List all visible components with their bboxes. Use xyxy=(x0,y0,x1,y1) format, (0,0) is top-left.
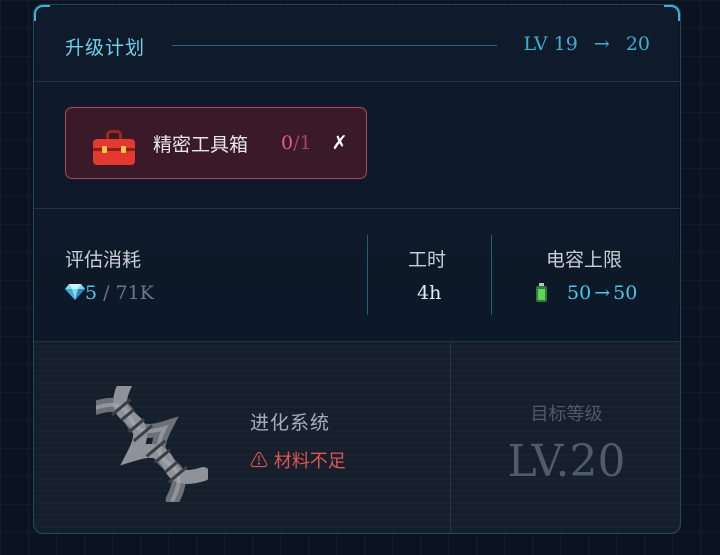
dna-icon xyxy=(96,386,208,502)
target-level-value: LV.20 xyxy=(507,436,626,487)
stat-divider xyxy=(367,235,368,315)
level-change: LV 19 → 20 xyxy=(523,33,650,55)
target-level-card: 目标等级 LV.20 xyxy=(451,342,680,533)
insufficient-materials-warning: ⚠ 材料不足 xyxy=(250,447,346,473)
capacity-label: 电容上限 xyxy=(546,249,623,271)
hours-value: 4h xyxy=(417,282,442,304)
bottom-section: 进化系统 ⚠ 材料不足 目标等级 LV.20 xyxy=(34,342,680,533)
material-name: 精密工具箱 xyxy=(153,133,249,156)
system-name: 进化系统 xyxy=(250,412,331,434)
header-divider-line xyxy=(172,45,497,46)
gem-icon xyxy=(65,284,85,300)
panel-header: 升级计划 LV 19 → 20 xyxy=(34,5,680,82)
level-to: 20 xyxy=(625,33,650,55)
cost-need: / 71K xyxy=(103,282,154,304)
evolution-system-card[interactable]: 进化系统 ⚠ 材料不足 xyxy=(34,342,451,533)
battery-icon xyxy=(536,283,547,302)
warning-text: 材料不足 xyxy=(273,451,346,472)
materials-section: 精密工具箱 0/1 ✗ xyxy=(34,82,680,209)
panel-title: 升级计划 xyxy=(65,37,146,59)
level-prefix: LV xyxy=(523,33,548,55)
warning-icon: ⚠ xyxy=(250,451,268,472)
stats-section: 评估消耗 5/ 71K 工时 4h 电容上限 50 → 50 xyxy=(34,209,680,342)
level-from: 19 xyxy=(553,33,578,55)
arrow-right-icon: → xyxy=(593,33,610,55)
material-item[interactable]: 精密工具箱 0/1 ✗ xyxy=(65,107,367,179)
target-level-label: 目标等级 xyxy=(530,404,603,425)
stat-divider xyxy=(491,235,492,315)
cost-value: 5/ 71K xyxy=(65,282,154,304)
cost-label: 评估消耗 xyxy=(65,249,142,271)
capacity-to: 50 xyxy=(613,282,638,304)
material-count: 0/1 xyxy=(281,132,312,154)
capacity-value: 50 → 50 xyxy=(536,282,637,304)
material-owned: 0 xyxy=(281,132,294,154)
hours-label: 工时 xyxy=(408,249,447,271)
upgrade-plan-panel: 升级计划 LV 19 → 20 精密工具箱 0/1 ✗ 评估消耗 5 / 71K… xyxy=(33,4,681,534)
material-required: /1 xyxy=(293,132,312,154)
cost-have: 5 xyxy=(85,282,98,304)
arrow-right-icon: → xyxy=(594,282,611,304)
cross-icon: ✗ xyxy=(331,132,348,154)
toolbox-icon xyxy=(93,130,135,165)
capacity-from: 50 xyxy=(567,282,592,304)
